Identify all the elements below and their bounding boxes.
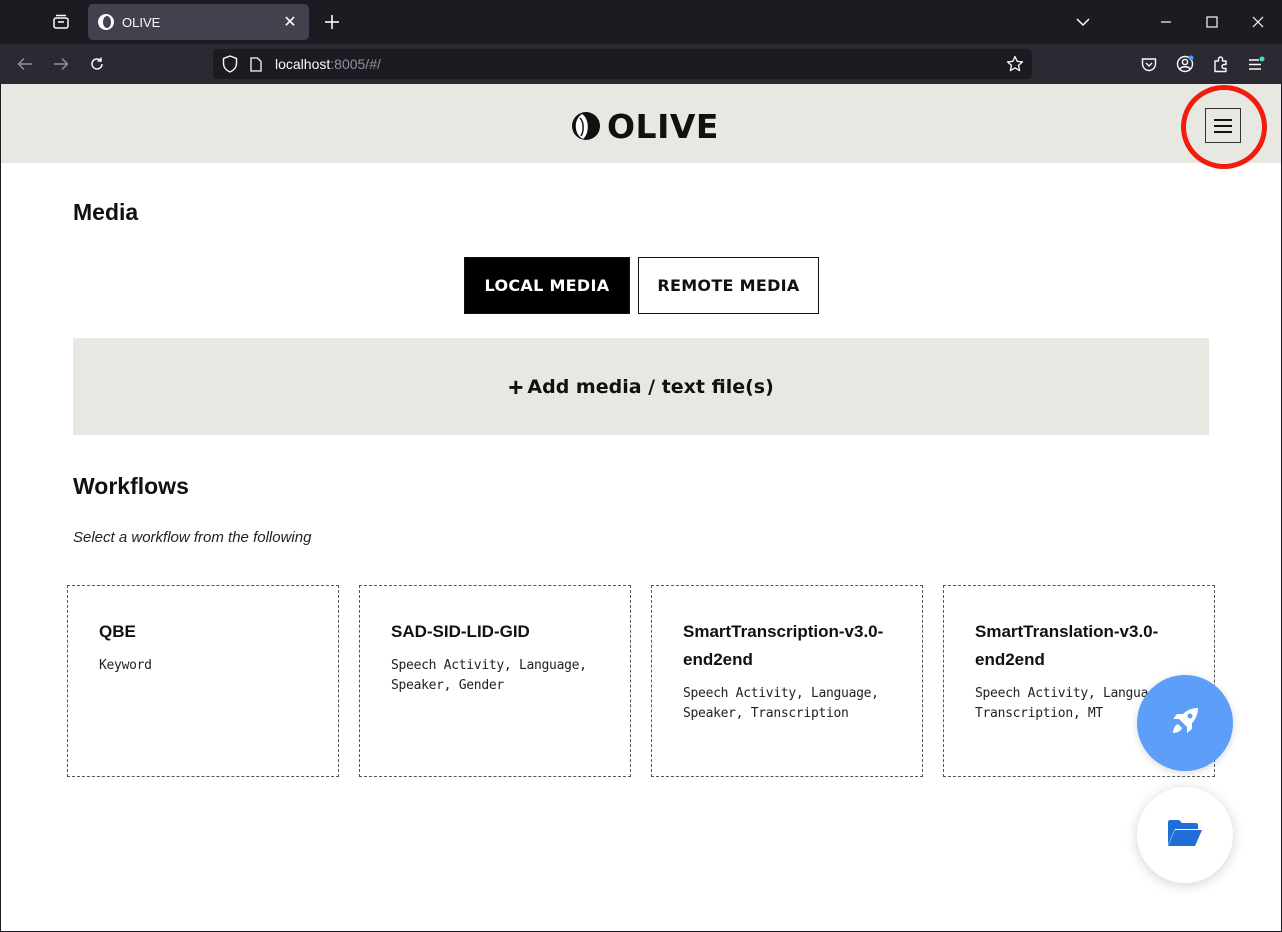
account-icon[interactable] (1171, 50, 1199, 78)
workflow-name: SmartTranscription-v3.0-end2end (683, 622, 884, 669)
app-header: OLIVE (1, 84, 1281, 163)
menu-button[interactable] (1205, 108, 1241, 143)
launch-workflow-button[interactable] (1137, 675, 1233, 771)
hamburger-line (1214, 124, 1232, 127)
add-media-label: Add media / text file(s) (527, 375, 774, 398)
arrow-left-icon[interactable] (11, 50, 39, 78)
open-folder-button[interactable] (1137, 787, 1233, 883)
local-media-button[interactable]: LOCAL MEDIA (464, 257, 630, 314)
workflows-subtitle: Select a workflow from the following (73, 529, 312, 546)
browser-tab[interactable]: OLIVE ✕ (88, 4, 309, 40)
olive-logo-icon (571, 111, 601, 141)
rocket-icon (1168, 704, 1202, 743)
workflow-description: Speech Activity, Language, Speaker, Gend… (391, 658, 587, 693)
puzzle-icon[interactable] (1207, 50, 1235, 78)
url-path: :8005/#/ (330, 56, 381, 72)
workflow-card-qbe[interactable]: QBE Keyword (67, 585, 339, 777)
browser-nav-bar: localhost:8005/#/ (0, 44, 1282, 84)
reload-icon[interactable] (83, 50, 111, 78)
tab-list-icon[interactable] (48, 10, 74, 34)
media-source-toggle: LOCAL MEDIA REMOTE MEDIA (464, 257, 819, 314)
page-viewport: OLIVE Media LOCAL MEDIA REMOTE MEDIA + A… (1, 84, 1281, 931)
minimize-icon[interactable] (1151, 8, 1181, 36)
remote-media-button[interactable]: REMOTE MEDIA (638, 257, 819, 314)
logo-text: OLIVE (607, 106, 719, 146)
hamburger-icon[interactable] (1242, 50, 1270, 78)
workflow-name: SmartTranslation-v3.0-end2end (975, 622, 1159, 669)
plus-icon: + (508, 371, 524, 402)
url-host: localhost (275, 56, 331, 72)
browser-tab-bar: OLIVE ✕ (0, 0, 1282, 44)
hamburger-line (1214, 118, 1232, 121)
workflow-description: Keyword (99, 658, 152, 673)
maximize-icon[interactable] (1197, 8, 1227, 36)
close-window-icon[interactable] (1243, 8, 1273, 36)
url-bar[interactable]: localhost:8005/#/ (213, 49, 1032, 79)
workflow-description: Speech Activity, Language, Speaker, Tran… (683, 686, 879, 721)
url-text[interactable]: localhost:8005/#/ (275, 56, 381, 72)
workflow-card-smarttranscription[interactable]: SmartTranscription-v3.0-end2end Speech A… (651, 585, 923, 777)
workflow-name: SAD-SID-LID-GID (391, 622, 530, 641)
pocket-icon[interactable] (1135, 50, 1163, 78)
chevron-down-icon[interactable] (1068, 8, 1098, 36)
close-tab-icon[interactable]: ✕ (281, 12, 299, 32)
workflow-name: QBE (99, 622, 136, 641)
shield-icon[interactable] (221, 55, 239, 73)
arrow-right-icon[interactable] (47, 50, 75, 78)
add-media-dropzone[interactable]: + Add media / text file(s) (73, 338, 1209, 435)
hamburger-line (1214, 130, 1232, 133)
olive-favicon-icon (98, 14, 114, 30)
workflows-section-title: Workflows (73, 473, 189, 499)
plus-icon[interactable] (318, 8, 346, 36)
olive-logo[interactable]: OLIVE (571, 106, 719, 146)
star-icon[interactable] (1006, 55, 1024, 73)
page-icon[interactable] (249, 56, 263, 72)
workflow-card-sad-sid-lid-gid[interactable]: SAD-SID-LID-GID Speech Activity, Languag… (359, 585, 631, 777)
tab-title: OLIVE (122, 14, 161, 30)
folder-open-icon (1166, 818, 1204, 853)
media-section-title: Media (73, 199, 139, 225)
